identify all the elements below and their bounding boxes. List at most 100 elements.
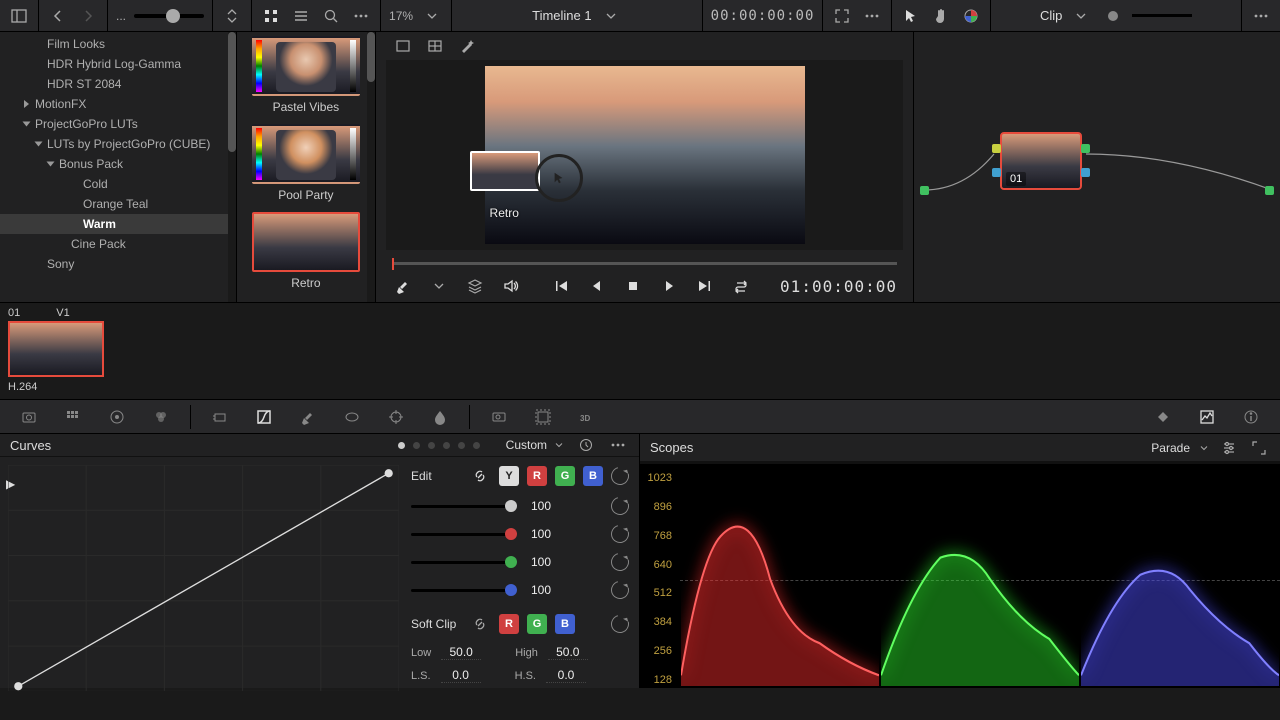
keyframe-nav-icon[interactable] [1152,406,1174,428]
tree-item[interactable]: Cold [0,174,236,194]
wheels-icon[interactable] [106,406,128,428]
picker-icon[interactable] [392,275,414,297]
tree-item[interactable]: Warm [0,214,236,234]
channel-b-button[interactable]: B [583,466,603,486]
more-icon[interactable] [861,5,883,27]
timeline-name[interactable]: Timeline 1 [532,8,591,23]
info-icon[interactable] [1240,406,1262,428]
history-icon[interactable] [575,434,597,456]
key-icon[interactable] [488,406,510,428]
list-view-icon[interactable] [290,5,312,27]
node-01[interactable]: 01 [1000,132,1082,190]
reset-icon[interactable] [608,494,633,519]
softclip-g-button[interactable]: G [527,614,547,634]
play-icon[interactable] [658,275,680,297]
clip-item[interactable]: 01V1 H.264 [8,307,104,393]
output-connector[interactable] [1265,186,1274,195]
tree-item[interactable]: Cine Pack [0,234,236,254]
sort-icon[interactable] [221,5,243,27]
motion-icon[interactable] [209,406,231,428]
softclip-b-button[interactable]: B [555,614,575,634]
path-ellipsis[interactable]: ... [116,9,126,23]
intensity-slider[interactable] [411,505,511,508]
viewer-zoom[interactable]: 17% [389,9,413,23]
reset-icon[interactable] [608,612,633,637]
curves-icon[interactable] [253,406,275,428]
tree-item[interactable]: Bonus Pack [0,154,236,174]
tree-item[interactable]: ProjectGoPro LUTs [0,114,236,134]
clip-blend-slider[interactable] [1132,14,1192,17]
lut-thumb[interactable] [252,36,360,96]
pointer-tool-icon[interactable] [900,5,922,27]
clip-thumb[interactable] [8,321,104,377]
tree-item[interactable]: LUTs by ProjectGoPro (CUBE) [0,134,236,154]
more-icon[interactable] [1250,5,1272,27]
step-back-icon[interactable] [586,275,608,297]
chevron-down-icon[interactable] [1070,5,1092,27]
panel-layout-icon[interactable] [8,5,30,27]
source-connector[interactable] [920,186,929,195]
more-icon[interactable] [607,434,629,456]
chevron-down-icon[interactable] [428,275,450,297]
reset-icon[interactable] [608,578,633,603]
channel-g-button[interactable]: G [555,466,575,486]
intensity-slider[interactable] [411,589,511,592]
tree-item[interactable]: Sony [0,254,236,274]
master-timecode[interactable]: 00:00:00:00 [711,8,815,24]
node-graph[interactable]: 01 [914,32,1280,302]
scopes-icon[interactable] [1196,406,1218,428]
curves-mode-select[interactable]: Custom [506,438,565,452]
node-in-y[interactable] [992,144,1001,153]
nav-fwd-icon[interactable] [77,5,99,27]
tree-item[interactable]: MotionFX [0,94,236,114]
chevron-down-icon[interactable] [421,5,443,27]
intensity-slider[interactable] [411,533,511,536]
magic-wand-icon[interactable] [456,35,478,57]
link-icon[interactable] [469,465,491,487]
hand-tool-icon[interactable] [930,5,952,27]
channel-y-button[interactable]: Y [499,466,519,486]
reset-icon[interactable] [608,522,633,547]
qualifier-icon[interactable] [297,406,319,428]
grid-view-icon[interactable] [260,5,282,27]
viewer-timecode[interactable]: 01:00:00:00 [780,277,897,296]
go-first-icon[interactable] [550,275,572,297]
intensity-value[interactable]: 100 [519,583,551,597]
expand-viewer-icon[interactable] [831,5,853,27]
intensity-value[interactable]: 100 [519,499,551,513]
curve-graph[interactable]: ▶ [8,465,399,683]
drag-lut-thumb[interactable] [470,151,540,191]
single-view-icon[interactable] [392,35,414,57]
node-out-g[interactable] [1081,144,1090,153]
low-value[interactable]: 50.0 [441,645,481,660]
scopes-mode[interactable]: Parade [1151,441,1190,455]
ls-value[interactable]: 0.0 [441,668,481,683]
tracker-icon[interactable] [385,406,407,428]
loop-icon[interactable] [730,275,752,297]
tree-item[interactable]: Film Looks [0,34,236,54]
viewer-image[interactable]: Retro [485,66,805,244]
reset-icon[interactable] [608,464,633,489]
stop-icon[interactable] [622,275,644,297]
color-wheel-icon[interactable] [960,5,982,27]
parade-scope[interactable]: 1023896768640512384256128 [640,464,1280,688]
blur-icon[interactable] [429,406,451,428]
3d-icon[interactable]: 3D [576,406,598,428]
reset-icon[interactable] [608,550,633,575]
clip-mode-label[interactable]: Clip [1040,8,1062,23]
lut-scrollbar[interactable] [367,32,375,302]
grid-view-icon[interactable] [424,35,446,57]
color-match-icon[interactable] [62,406,84,428]
sidebar-scrollbar[interactable] [228,32,236,302]
expand-icon[interactable] [1248,437,1270,459]
channel-r-button[interactable]: R [527,466,547,486]
search-icon[interactable] [320,5,342,27]
sizing-icon[interactable] [532,406,554,428]
intensity-slider[interactable] [411,561,511,564]
settings-icon[interactable] [1218,437,1240,459]
link-icon[interactable] [469,613,491,635]
tree-item[interactable]: Orange Teal [0,194,236,214]
softclip-r-button[interactable]: R [499,614,519,634]
lut-thumb[interactable] [252,212,360,272]
window-icon[interactable] [341,406,363,428]
